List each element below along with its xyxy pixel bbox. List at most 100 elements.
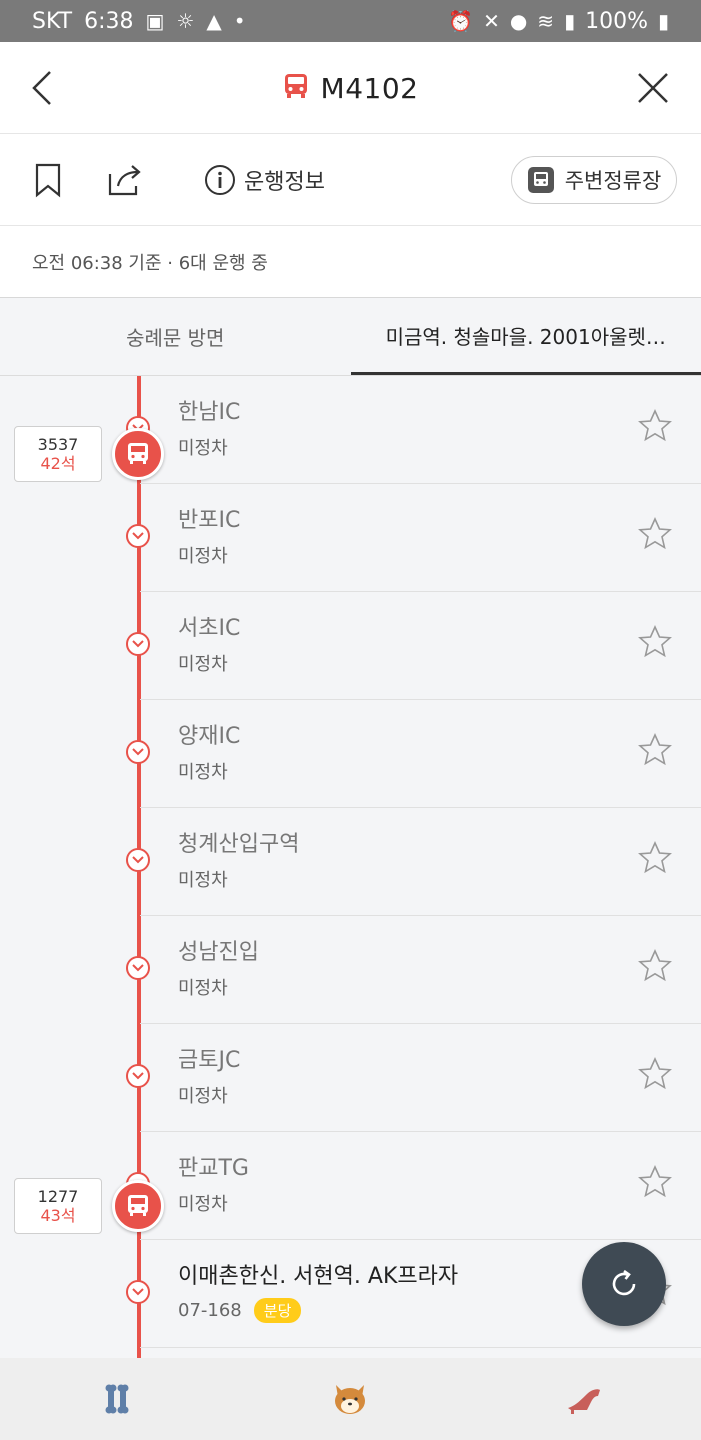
stop-status: 미정차 [178,546,228,567]
bus-info-tag[interactable]: 1277 43석 [14,1178,102,1234]
nearby-stops-label: 주변정류장 [564,169,662,193]
stop-item[interactable]: 한남IC 미정차 [126,376,701,484]
stop-node-icon [126,956,150,980]
tab-direction-1[interactable]: 숭례문 방면 [0,298,351,375]
bus-seats: 42석 [40,454,76,473]
stop-item[interactable]: 반포IC 미정차 [126,484,701,592]
direction-tabs: 숭례문 방면 미금역. 청솔마을. 2001아울렛… [0,298,701,376]
route-title: M4102 [320,71,419,105]
battery-icon: ▮ [657,9,669,33]
weather-icon: ☼ [176,9,195,33]
stop-item[interactable]: 성남진입 미정차 [126,916,701,1024]
mute-icon: ✕ [483,9,500,33]
close-button[interactable] [633,68,673,108]
operation-status: 오전 06:38 기준 · 6대 운행 중 [0,226,701,298]
clock: 6:38 [84,8,134,34]
chevron-left-icon [32,71,51,105]
bus-seats: 43석 [40,1206,76,1225]
share-button[interactable] [106,162,146,198]
header: M4102 [0,42,701,134]
stop-name: 판교TG [178,1156,249,1181]
status-bar: SKT 6:38 ▣ ☼ ▲ • ⏰ ✕ ● ≋ ▮ 100% ▮ [0,0,701,42]
stop-status: 미정차 [178,1194,228,1215]
bus-icon [283,72,309,104]
stop-status: 미정차 [178,978,228,999]
nearby-stops-button[interactable]: 주변정류장 [511,156,677,204]
stop-name: 청계산입구역 [178,832,300,857]
nav-bone-button[interactable] [87,1369,147,1429]
stop-sub: 07-168 분당 [178,1298,302,1323]
favorite-star-icon[interactable] [637,516,673,552]
stop-item[interactable]: 판교TG 미정차 [126,1132,701,1240]
back-button[interactable] [24,66,64,110]
bus-stop-icon [527,167,554,193]
favorite-star-icon[interactable] [637,1056,673,1092]
bottom-bar [0,1358,701,1440]
stop-status: 미정차 [178,870,228,891]
bus-marker-icon[interactable] [112,1180,164,1232]
stop-sub: 미정차 [178,1190,228,1216]
bus-marker-icon[interactable] [112,428,164,480]
shiba-dog-icon [335,1385,366,1414]
info-icon [205,165,235,195]
stop-item[interactable]: 금토JC 미정차 [126,1024,701,1132]
stop-code: 07-168 [178,1300,242,1321]
tab-direction-2[interactable]: 미금역. 청솔마을. 2001아울렛… [350,298,701,375]
stop-name: 한남IC [178,400,241,425]
stop-list[interactable]: 한남IC 미정차 반포IC 미정차 서초IC 미정차 양재IC 미정차 청계산입… [0,376,701,1358]
bone-icon [105,1384,129,1414]
stop-item[interactable]: 서초IC 미정차 [126,592,701,700]
wifi-icon: ≋ [537,9,555,33]
stop-sub: 미정차 [178,866,228,892]
gallery-icon: ▣ [145,9,165,33]
battery-percent: 100% [585,8,648,34]
favorite-star-icon[interactable] [637,948,673,984]
stop-sub: 미정차 [178,1082,228,1108]
favorite-star-icon[interactable] [637,624,673,660]
carrier-label: SKT [32,8,73,34]
bookmark-button[interactable] [32,162,64,198]
stop-status: 미정차 [178,762,228,783]
action-bar: 운행정보 주변정류장 [0,134,701,226]
stop-sub: 미정차 [178,542,228,568]
signal-icon: ▮ [564,9,576,33]
stop-node-icon [126,524,150,548]
favorite-star-icon[interactable] [637,840,673,876]
favorite-star-icon[interactable] [637,408,673,444]
stop-node-icon [126,1064,150,1088]
refresh-icon [612,1269,636,1296]
stop-status: 미정차 [178,1086,228,1107]
share-icon [108,165,141,196]
route-info-label: 운행정보 [244,170,325,195]
close-icon [638,73,668,103]
stop-item[interactable]: 청계산입구역 미정차 [126,808,701,916]
stop-name: 이매촌한신. 서현역. AK프라자 [178,1264,459,1289]
stop-name: 서초IC [178,616,241,641]
high-heel-icon [568,1389,601,1414]
bus-plate-number: 3537 [37,434,79,454]
stop-node-icon [126,632,150,656]
stop-name: 반포IC [178,508,241,533]
stop-name: 금토JC [178,1048,241,1073]
stop-name: 양재IC [178,724,241,749]
stop-status: 미정차 [178,654,228,675]
stop-sub: 미정차 [178,650,228,676]
stop-sub: 미정차 [178,974,228,1000]
shopping-bag-icon: ▲ [206,9,222,33]
location-icon: ● [509,9,528,33]
route-info-button[interactable]: 운행정보 [204,162,325,198]
alarm-icon: ⏰ [448,9,474,33]
bookmark-icon [35,163,61,198]
bus-info-tag[interactable]: 3537 42석 [14,426,102,482]
favorite-star-icon[interactable] [637,1164,673,1200]
nav-dog-button[interactable] [320,1369,380,1429]
region-badge: 분당 [253,1298,302,1323]
bus-plate-number: 1277 [37,1186,79,1206]
stop-status: 미정차 [178,438,228,459]
favorite-star-icon[interactable] [637,732,673,768]
refresh-button[interactable] [582,1242,666,1326]
stop-item[interactable]: 양재IC 미정차 [126,700,701,808]
nav-shoe-button[interactable] [554,1369,614,1429]
stop-node-icon [126,848,150,872]
stop-sub: 미정차 [178,758,228,784]
